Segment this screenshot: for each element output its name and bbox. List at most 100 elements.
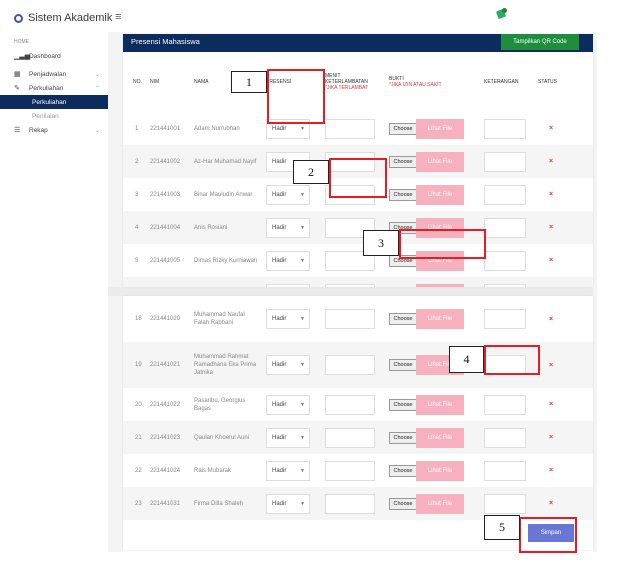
lihat-file-button[interactable]: Lihat File xyxy=(416,427,464,448)
row-status-cell: × xyxy=(535,342,593,388)
presensi-select[interactable]: Hadir▼ xyxy=(266,217,310,238)
sidebar-subitem-perkuliahan[interactable]: Perkuliahan xyxy=(0,95,108,109)
sidebar-item-dashboard[interactable]: ▁▃▅ Dashboard xyxy=(0,49,108,63)
presensi-select[interactable]: Hadir▼ xyxy=(266,394,310,415)
choose-file-button[interactable]: Choose xyxy=(389,464,417,477)
row-nim: 221441020 xyxy=(150,316,181,322)
app-brand[interactable]: Sistem Akademik xyxy=(14,12,112,24)
presensi-select[interactable]: Hadir▼ xyxy=(266,309,310,329)
sidebar-item-penjadwalan[interactable]: ▦ Penjadwalan ⌄ xyxy=(0,67,108,81)
row-bukti-cell: ChooseLihat File xyxy=(386,421,481,454)
row-nama: Binar Mauludin Anwar xyxy=(194,191,253,198)
menit-input[interactable] xyxy=(325,427,375,448)
row-keterangan-cell xyxy=(481,244,535,277)
dropdown-arrow-icon: ▼ xyxy=(300,434,305,441)
sidebar-item-perkuliahan[interactable]: ✎ Perkuliahan ⌃ xyxy=(0,81,108,95)
row-menit-cell xyxy=(322,112,386,145)
row-nim: 221441024 xyxy=(150,467,181,474)
row-keterangan-cell xyxy=(481,388,535,421)
presensi-select[interactable]: Hadir▼ xyxy=(266,250,310,271)
notification-bell-icon[interactable] xyxy=(495,8,507,20)
presensi-select[interactable]: Hadir▼ xyxy=(266,460,310,481)
lihat-file-button[interactable]: Lihat File xyxy=(416,394,464,415)
dropdown-arrow-icon: ▼ xyxy=(300,125,305,132)
row-nama: Anis Rosiani xyxy=(194,224,228,231)
presensi-select[interactable]: Hadir▼ xyxy=(266,493,310,514)
status-x-icon: × xyxy=(549,191,554,198)
status-x-icon: × xyxy=(549,500,554,507)
choose-file-button[interactable]: Choose xyxy=(389,313,417,325)
row-no: 1 xyxy=(135,125,139,132)
card-header: Presensi Mahasiswa Tampilkan QR Code xyxy=(123,34,593,52)
lihat-file-button[interactable]: Lihat File xyxy=(416,493,464,514)
hamburger-menu-icon[interactable]: ≡ xyxy=(115,11,121,23)
row-nim: 221441005 xyxy=(150,257,181,264)
choose-file-button[interactable]: Choose xyxy=(389,497,417,510)
keterangan-input[interactable] xyxy=(484,250,526,271)
presensi-select[interactable]: Hadir▼ xyxy=(266,427,310,448)
row-menit-cell xyxy=(322,277,386,287)
keterangan-input[interactable] xyxy=(484,493,526,514)
menit-input[interactable] xyxy=(325,355,375,375)
keterangan-input[interactable] xyxy=(484,460,526,481)
choose-file-button[interactable]: Choose xyxy=(389,398,417,411)
show-qr-code-button[interactable]: Tampilkan QR Code xyxy=(501,34,579,50)
keterangan-input[interactable] xyxy=(484,309,526,329)
table-row: 21 221441023 Qaulan Khoerul Auni Hadir ▼ Choo… xyxy=(123,421,593,454)
menit-input[interactable] xyxy=(325,283,375,287)
row-nama: Pasaribu, Georgius Bagas xyxy=(194,397,246,412)
menit-input[interactable] xyxy=(325,394,375,415)
sidebar-item-rekap[interactable]: ☰ Rekap ⌄ xyxy=(0,123,108,137)
choose-file-button[interactable]: Choose xyxy=(389,431,417,444)
row-keterangan-cell xyxy=(481,296,535,342)
dropdown-arrow-icon: ▼ xyxy=(300,224,305,231)
row-presensi-cell: Hadir▼ xyxy=(263,342,322,388)
keterangan-input[interactable] xyxy=(484,151,526,172)
keterangan-input[interactable] xyxy=(484,427,526,448)
row-menit-cell xyxy=(322,296,386,342)
dropdown-arrow-icon: ▼ xyxy=(300,191,305,198)
app-logo-icon xyxy=(14,13,23,23)
presensi-select[interactable]: Hadir▼ xyxy=(266,184,310,205)
menit-input[interactable] xyxy=(325,309,375,329)
row-nim: 221441003 xyxy=(150,191,181,198)
keterangan-input[interactable] xyxy=(484,184,526,205)
row-nama: Qaulan Khoerul Auni xyxy=(194,434,250,441)
row-status-cell: × xyxy=(535,211,593,244)
lihat-file-button[interactable]: Lihat File xyxy=(416,283,464,287)
row-keterangan-cell xyxy=(481,178,535,211)
lihat-file-button[interactable]: Lihat File xyxy=(416,151,464,172)
row-status-cell: × xyxy=(535,244,593,277)
row-menit-cell xyxy=(322,454,386,487)
menit-input[interactable] xyxy=(325,460,375,481)
choose-file-button[interactable]: Choose xyxy=(389,155,417,168)
choose-file-button[interactable]: Choose xyxy=(389,122,417,135)
row-presensi-cell: Hadir▼ xyxy=(263,244,322,277)
card-title: Presensi Mahasiswa xyxy=(131,37,200,46)
row-presensi-cell: Hadir▼ xyxy=(263,487,322,520)
lihat-file-button[interactable]: Lihat File xyxy=(416,460,464,481)
presensi-select[interactable]: Hadir▼ xyxy=(266,283,310,287)
presensi-select[interactable]: Hadir▼ xyxy=(266,355,310,375)
keterangan-input[interactable] xyxy=(484,217,526,238)
lihat-file-button[interactable]: Lihat File xyxy=(416,184,464,205)
keterangan-input[interactable] xyxy=(484,118,526,139)
menit-input[interactable] xyxy=(325,118,375,139)
row-no: 22 xyxy=(135,467,142,474)
annotation-box-5 xyxy=(519,517,577,553)
choose-file-button[interactable]: Choose xyxy=(389,188,417,201)
chevron-down-icon: ⌄ xyxy=(94,71,100,78)
sidebar: HOME ▁▃▅ Dashboard ▦ Penjadwalan ⌄ ✎ Per… xyxy=(0,32,108,137)
row-keterangan-cell xyxy=(481,454,535,487)
menit-input[interactable] xyxy=(325,493,375,514)
lihat-file-button[interactable]: Lihat File xyxy=(416,309,464,329)
keterangan-input[interactable] xyxy=(484,394,526,415)
row-presensi-cell: Hadir▼ xyxy=(263,277,322,287)
app-title: Sistem Akademik xyxy=(28,12,113,24)
lihat-file-button[interactable]: Lihat File xyxy=(416,118,464,139)
row-no: 3 xyxy=(135,191,139,198)
keterangan-input[interactable] xyxy=(484,283,526,287)
choose-file-button[interactable]: Choose xyxy=(389,359,417,371)
dropdown-arrow-icon: ▼ xyxy=(300,401,305,408)
sidebar-subitem-penilaian[interactable]: Penilaian xyxy=(0,109,108,123)
